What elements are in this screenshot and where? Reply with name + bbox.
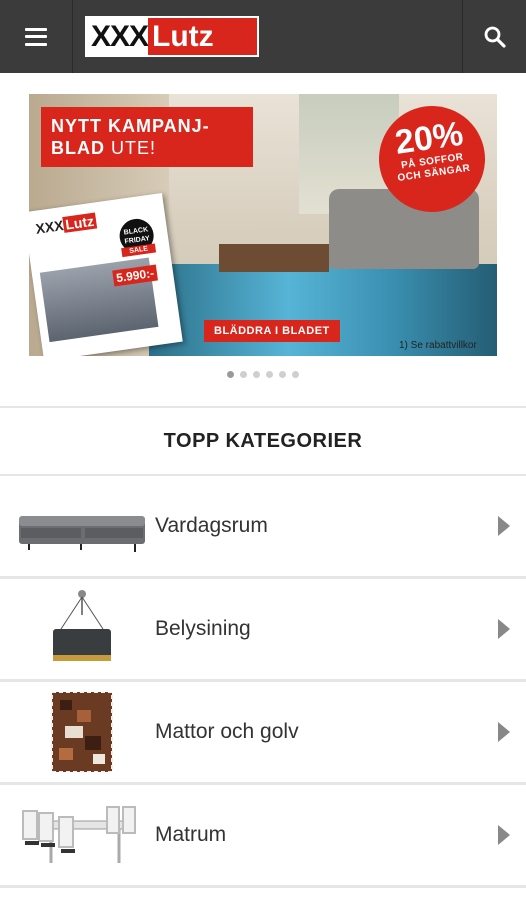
section-title: TOPP KATEGORIER [0, 408, 526, 476]
banner-footnote: 1) Se rabattvillkor [399, 340, 477, 351]
dining-set-thumbnail [22, 806, 136, 863]
category-label: Mattor och golv [155, 720, 299, 743]
category-item-vardagsrum[interactable]: Vardagsrum [0, 476, 526, 579]
carousel-dot[interactable] [279, 371, 286, 378]
banner-coffee-table [219, 244, 329, 272]
hamburger-menu-icon [25, 27, 47, 46]
catalog-badge-top: BLACK FRIDAY [123, 226, 151, 246]
carousel-dot[interactable] [240, 371, 247, 378]
banner-headline-line1: NYTT KAMPANJ- [51, 116, 210, 136]
catalog-logo: XXXLutz [34, 212, 97, 237]
browse-catalog-button[interactable]: BLÄDDRA I BLADET [204, 320, 340, 342]
category-label: Matrum [155, 823, 227, 846]
carousel-dot[interactable] [227, 371, 234, 378]
carousel-dots [0, 371, 526, 378]
menu-button[interactable] [0, 0, 73, 73]
catalog-logo-left: XXX [34, 217, 65, 237]
brand-logo[interactable]: XXX Lutz [85, 16, 259, 57]
search-button[interactable] [462, 0, 526, 73]
rug-thumbnail [51, 692, 113, 772]
banner-headline-bold: BLAD [51, 138, 105, 158]
category-item-peek[interactable] [0, 888, 526, 908]
chevron-right-icon [498, 722, 510, 742]
chevron-right-icon [498, 516, 510, 536]
banner-headline-line2: BLAD UTE! [51, 137, 243, 159]
search-icon [484, 26, 506, 48]
category-item-matrum[interactable]: Matrum [0, 785, 526, 888]
banner-headline-light: UTE! [105, 138, 157, 158]
category-item-belysining[interactable]: Belysining [0, 579, 526, 682]
category-item-mattor-och-golv[interactable]: Mattor och golv [0, 682, 526, 785]
carousel-dot[interactable] [266, 371, 273, 378]
sofa-thumbnail [19, 516, 145, 552]
carousel-dot[interactable] [292, 371, 299, 378]
top-app-bar: XXX Lutz [0, 0, 526, 73]
catalog-badge-sale: SALE [121, 243, 157, 258]
catalog-thumbnail: XXXLutz BLACK FRIDAY SALE 5.990:- [29, 192, 183, 356]
pendant-lamp-thumbnail [53, 590, 111, 661]
category-label: Belysining [155, 617, 251, 640]
category-list: Vardagsrum Belysining Mattor och golv Ma… [0, 476, 526, 908]
promo-carousel: NYTT KAMPANJ- BLAD UTE! 20% PÅ SOFFOR OC… [0, 73, 526, 408]
promo-banner[interactable]: NYTT KAMPANJ- BLAD UTE! 20% PÅ SOFFOR OC… [29, 94, 497, 356]
banner-headline: NYTT KAMPANJ- BLAD UTE! [41, 107, 253, 167]
category-label: Vardagsrum [155, 514, 268, 537]
chevron-right-icon [498, 825, 510, 845]
catalog-logo-right: Lutz [62, 212, 97, 233]
catalog-sale-badge: BLACK FRIDAY SALE [117, 216, 157, 258]
logo-text-xxx: XXX [87, 18, 149, 55]
chevron-right-icon [498, 619, 510, 639]
logo-text-lutz: Lutz [148, 18, 257, 55]
carousel-dot[interactable] [253, 371, 260, 378]
